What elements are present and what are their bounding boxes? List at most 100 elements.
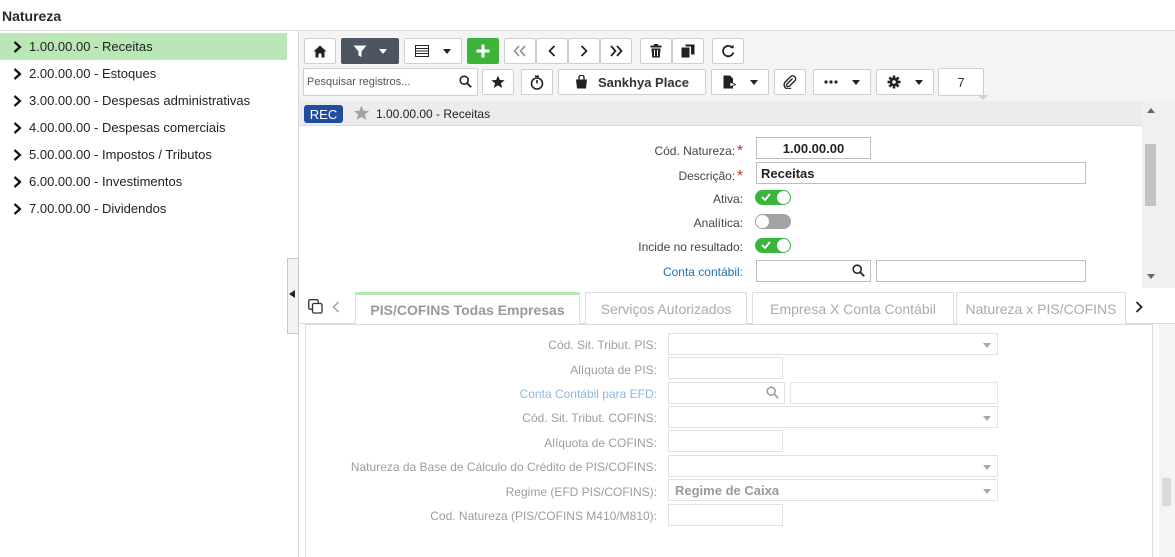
search-icon[interactable] xyxy=(459,75,472,91)
app-window: Natureza 1.00.00.00 - Receitas 2.00.00.0… xyxy=(0,0,1175,557)
tab-pis-cofins-todas-empresas[interactable]: PIS/COFINS Todas Empresas xyxy=(355,292,580,324)
incide-resultado-label: Incide no resultado: xyxy=(638,240,743,254)
delete-button[interactable] xyxy=(640,38,672,64)
home-button[interactable] xyxy=(304,38,336,64)
duplicate-icon xyxy=(681,44,695,58)
descricao-input[interactable]: Receitas xyxy=(756,162,1086,184)
aliquota-cofins-input[interactable] xyxy=(668,430,783,452)
toggle-knob xyxy=(756,215,769,228)
filter-icon xyxy=(353,45,367,57)
toggle-knob xyxy=(777,239,790,252)
last-page-icon xyxy=(610,45,623,57)
chevron-down-icon xyxy=(915,79,923,85)
attachment-button[interactable] xyxy=(774,69,806,95)
next-button[interactable] xyxy=(568,38,600,64)
tree-item-dividendos[interactable]: 7.00.00.00 - Dividendos xyxy=(0,195,287,222)
page-scrollbar[interactable] xyxy=(1159,324,1175,557)
filter-button[interactable] xyxy=(341,38,399,64)
chevron-down-icon xyxy=(983,416,991,421)
tree-item-despesas-comerciais[interactable]: 4.00.00.00 - Despesas comerciais xyxy=(0,114,287,141)
record-count-badge: 7 xyxy=(938,68,988,100)
tree-item-investimentos[interactable]: 6.00.00.00 - Investimentos xyxy=(0,168,287,195)
chevron-right-icon xyxy=(13,67,27,80)
timer-button[interactable] xyxy=(521,69,553,95)
ativa-label: Ativa: xyxy=(712,192,743,206)
required-marker: * xyxy=(737,142,743,159)
check-icon xyxy=(761,193,771,201)
toolbar: Sankhya Place 7 xyxy=(299,31,1175,101)
grid-view-button[interactable] xyxy=(404,38,462,64)
tab-empresa-conta-contabil[interactable]: Empresa X Conta Contábil xyxy=(752,292,954,324)
cst-pis-select[interactable] xyxy=(668,333,998,355)
star-icon[interactable] xyxy=(353,105,370,124)
scrollbar-thumb[interactable] xyxy=(1145,144,1156,206)
search-field[interactable] xyxy=(303,68,478,96)
timer-icon xyxy=(530,75,544,90)
record-header: REC 1.00.00.00 - Receitas xyxy=(299,101,1175,126)
attachment-icon xyxy=(783,75,797,89)
regime-select[interactable]: Regime de Caixa xyxy=(668,479,998,501)
regime-label: Regime (EFD PIS/COFINS): xyxy=(505,485,657,499)
tree-item-impostos-tributos[interactable]: 5.00.00.00 - Impostos / Tributos xyxy=(0,141,287,168)
chevron-right-icon xyxy=(13,40,27,53)
cst-cofins-select[interactable] xyxy=(668,406,998,428)
conta-contabil-link[interactable]: Conta contábil: xyxy=(663,265,743,279)
settings-icon xyxy=(887,75,901,89)
cod-natureza-m410-input[interactable] xyxy=(668,504,783,526)
analitica-toggle[interactable] xyxy=(755,214,791,229)
tree-item-label: 4.00.00.00 - Despesas comerciais xyxy=(29,120,226,135)
add-button[interactable] xyxy=(467,38,499,64)
first-page-icon xyxy=(513,45,526,57)
place-icon xyxy=(575,75,587,89)
tree-item-label: 6.00.00.00 - Investimentos xyxy=(29,174,183,189)
star-icon xyxy=(491,75,505,88)
tree-item-label: 3.00.00.00 - Despesas administrativas xyxy=(29,93,251,108)
form-scrollbar[interactable] xyxy=(1142,101,1175,288)
search-icon[interactable] xyxy=(766,386,779,402)
chevron-down-icon xyxy=(983,489,991,494)
refresh-button[interactable] xyxy=(712,38,744,64)
report-button[interactable] xyxy=(711,69,769,95)
check-icon xyxy=(761,241,771,249)
rec-badge: REC xyxy=(304,105,343,123)
duplicate-button[interactable] xyxy=(672,38,704,64)
scroll-down-icon[interactable] xyxy=(1147,274,1155,279)
toggle-knob xyxy=(777,191,790,204)
tab-natureza-pis-cofins[interactable]: Natureza x PIS/COFINS xyxy=(956,292,1126,324)
ativa-toggle[interactable] xyxy=(755,190,791,205)
scrollbar-thumb[interactable] xyxy=(1162,478,1171,506)
tab-servicos-autorizados[interactable]: Serviços Autorizados xyxy=(585,292,747,324)
collapse-sidebar-handle[interactable] xyxy=(287,258,299,334)
refresh-icon xyxy=(722,44,735,58)
record-title: 1.00.00.00 - Receitas xyxy=(376,107,491,121)
settings-button[interactable] xyxy=(876,69,934,95)
chevron-down-icon xyxy=(379,48,387,54)
cod-natureza-input[interactable]: 1.00.00.00 xyxy=(756,137,871,159)
first-page-button[interactable] xyxy=(504,38,536,64)
tree-item-receitas[interactable]: 1.00.00.00 - Receitas xyxy=(0,33,287,60)
scroll-up-icon[interactable] xyxy=(1147,108,1155,113)
search-input[interactable] xyxy=(307,74,455,90)
more-options-button[interactable] xyxy=(813,69,871,95)
tab-scroll-left-icon[interactable] xyxy=(332,301,340,316)
tree-item-estoques[interactable]: 2.00.00.00 - Estoques xyxy=(0,60,287,87)
next-icon xyxy=(580,45,588,57)
grid-view-icon xyxy=(415,45,429,57)
last-page-button[interactable] xyxy=(600,38,632,64)
natureza-base-calculo-select[interactable] xyxy=(668,455,998,477)
delete-icon xyxy=(650,44,662,58)
sidebar-tree: 1.00.00.00 - Receitas 2.00.00.00 - Estoq… xyxy=(0,31,287,557)
favorite-button[interactable] xyxy=(482,69,514,95)
tab-scroll-right-icon[interactable] xyxy=(1135,301,1143,316)
previous-button[interactable] xyxy=(536,38,568,64)
copy-icon[interactable] xyxy=(308,299,323,317)
aliquota-pis-input[interactable] xyxy=(668,357,783,379)
chevron-right-icon xyxy=(13,202,27,215)
incide-resultado-toggle[interactable] xyxy=(755,238,791,253)
sankhya-place-button[interactable]: Sankhya Place xyxy=(558,69,706,95)
search-icon[interactable] xyxy=(852,264,865,280)
tree-item-despesas-administrativas[interactable]: 3.00.00.00 - Despesas administrativas xyxy=(0,87,287,114)
chevron-down-icon xyxy=(983,465,991,470)
descricao-label: Descrição: * xyxy=(678,167,743,184)
conta-contabil-efd-link[interactable]: Conta Contábil para EFD: xyxy=(520,387,657,401)
